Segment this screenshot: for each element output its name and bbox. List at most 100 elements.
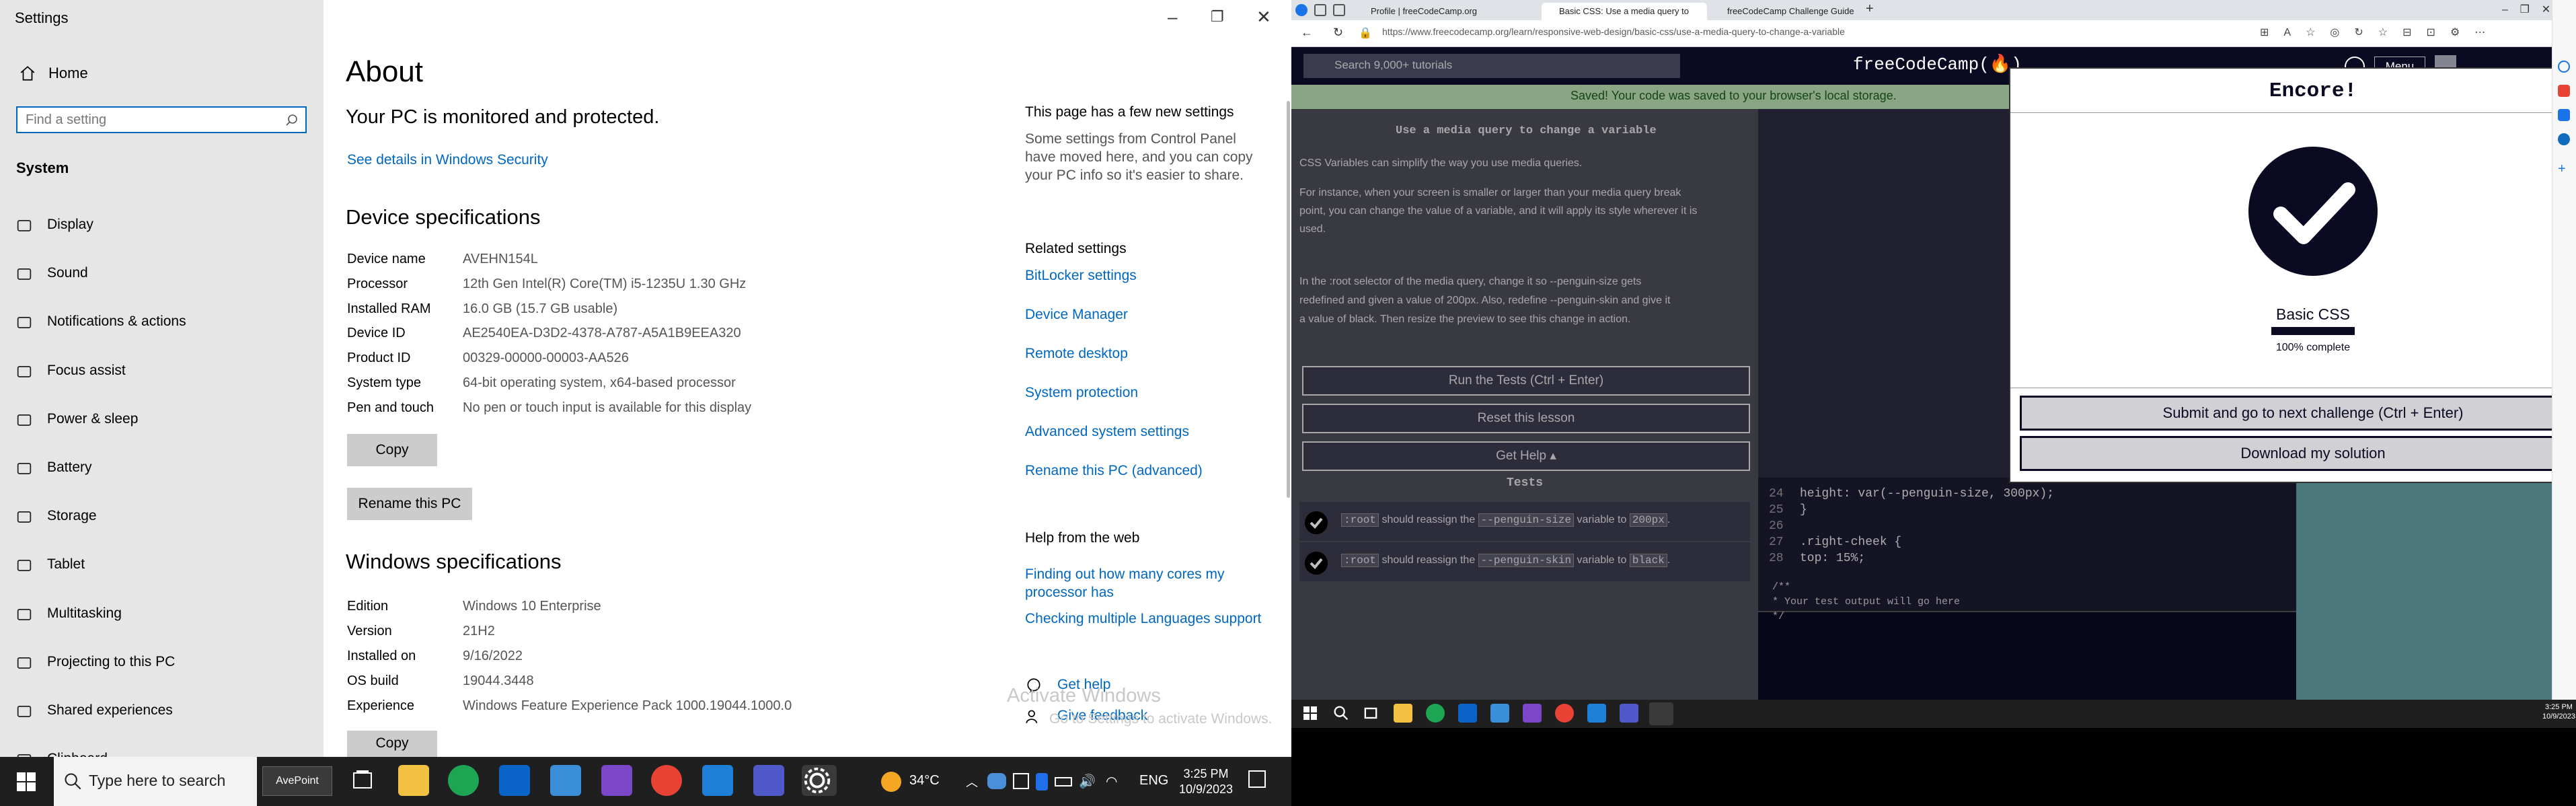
wifi-icon[interactable]: ◠ [1106,773,1117,790]
tray-chevron-icon[interactable]: ︿ [966,773,978,791]
clipboard-icon [15,751,34,757]
mail-icon[interactable] [499,765,530,796]
spec-key: Pen and touch [347,400,434,415]
onedrive-icon[interactable] [987,773,1006,789]
sidebar-item-label: Projecting to this PC [47,653,176,669]
sidebar-item-display[interactable]: Display [0,206,324,246]
tools-icon[interactable] [2558,109,2570,121]
fcc-logo[interactable]: freeCodeCamp(🔥) [1853,54,2022,75]
tab-basic-css[interactable]: Basic CSS: Use a media query to [1542,3,1707,20]
weather-temp[interactable]: 34°C [909,773,940,789]
task-view-icon[interactable] [1361,704,1380,723]
task-view-icon[interactable] [347,765,378,796]
mail-icon[interactable] [1458,704,1477,723]
chrome-icon[interactable] [1555,704,1574,723]
address-bar[interactable]: https://www.freecodecamp.org/learn/respo… [1382,26,1845,42]
tab-actions-icon[interactable] [1333,4,1345,16]
search-icon[interactable] [2558,61,2570,73]
rename-pc-button[interactable]: Rename this PC [347,488,472,520]
fcc-search-input[interactable]: Search 9,000+ tutorials [1303,54,1680,78]
progress-fill [2271,327,2355,335]
back-icon[interactable]: ← [1301,26,1313,40]
edge-icon[interactable] [1426,704,1445,723]
chrome-icon[interactable] [651,765,682,796]
storage-icon [15,508,34,527]
sidebar-item-power-sleep[interactable]: Power & sleep [0,400,324,441]
submit-next-button[interactable]: Submit and go to next challenge (Ctrl + … [2020,396,2576,431]
copy-button-2[interactable]: Copy [347,731,437,757]
settings-scrollbar[interactable] [1287,101,1290,498]
search-input[interactable]: Find a setting [16,106,307,133]
help-link-cores[interactable]: Finding out how many cores my processor … [1025,565,1267,601]
battery-icon[interactable] [1055,777,1072,786]
windows-icon[interactable] [1301,704,1320,723]
sidebar-item-focus-assist[interactable]: Focus assist [0,352,324,392]
tab-challenge-guide[interactable]: freeCodeCamp Challenge Guide [1710,3,1874,20]
sidebar-item-storage[interactable]: Storage [0,497,324,538]
search-app-icon[interactable] [550,765,581,796]
visual-studio-icon[interactable] [601,765,632,796]
visual-studio-icon[interactable] [1523,704,1542,723]
settings-sidebar: Settings Home Find a setting System Disp… [0,0,324,757]
browser-toolbar-icons[interactable]: ⊞A☆◎↻☆⊟⊡⚙⋯ [2260,26,2556,40]
teams-icon[interactable] [753,765,784,796]
download-solution-button[interactable]: Download my solution [2020,436,2576,471]
related-link[interactable]: System protection [1025,385,1138,401]
vscode-icon[interactable] [702,765,733,796]
tab-profile[interactable]: Profile | freeCodeCamp.org [1353,3,1512,20]
sidebar-item-battery[interactable]: Battery [0,449,324,489]
search-icon [65,773,81,790]
outlook-icon[interactable] [2558,133,2570,145]
sidebar-item-multitasking[interactable]: Multitasking [0,595,324,635]
related-link[interactable]: Rename this PC (advanced) [1025,463,1203,479]
settings-app-icon[interactable] [1649,702,1673,725]
maximize-icon[interactable]: ❐ [1211,8,1224,26]
profile-icon[interactable] [1295,4,1308,16]
sidebar-item-notifications-actions[interactable]: Notifications & actions [0,303,324,343]
workspaces-icon[interactable] [1314,4,1326,16]
related-link[interactable]: Remote desktop [1025,346,1128,362]
teams-icon[interactable] [1620,704,1638,723]
settings-app-icon[interactable] [802,765,837,796]
related-link[interactable]: BitLocker settings [1025,268,1137,284]
related-link[interactable]: Device Manager [1025,307,1128,323]
notifications-icon[interactable] [1248,770,1266,788]
close-icon[interactable]: ✕ [1256,7,1271,28]
new-tab-button[interactable]: + [1866,1,1874,17]
search-icon[interactable] [1332,704,1351,723]
sidebar-item-sound[interactable]: Sound [0,254,324,295]
sidebar-item-clipboard[interactable]: Clipboard [0,740,324,757]
vscode-icon[interactable] [1587,704,1606,723]
tray-app-icon[interactable] [1013,773,1029,789]
refresh-icon[interactable]: ↻ [1333,26,1343,40]
sidebar-item-tablet[interactable]: Tablet [0,546,324,586]
search-app-icon[interactable] [1490,704,1509,723]
sidebar-item-label: Notifications & actions [47,314,186,330]
page-title: About [346,55,423,88]
start-button[interactable] [16,772,36,792]
sidebar-item-label: Battery [47,460,92,475]
help-web-title: Help from the web [1025,530,1140,546]
file-explorer-icon[interactable] [1394,704,1412,723]
help-link-languages[interactable]: Checking multiple Languages support [1025,611,1261,627]
volume-icon[interactable]: 🔊 [1079,773,1096,790]
minimize-icon[interactable]: – [1168,7,1177,28]
edge-icon[interactable] [448,765,479,796]
shopping-icon[interactable] [2558,85,2570,97]
window-controls-browser[interactable]: – ❐ ✕ [2502,3,2550,16]
language-indicator[interactable]: ENG [1139,773,1168,789]
file-explorer-icon[interactable] [398,765,429,796]
related-link[interactable]: Advanced system settings [1025,424,1189,440]
avepoint-app[interactable]: AvePoint [262,766,332,796]
copy-button[interactable]: Copy [347,434,437,466]
taskbar-clock[interactable]: 3:25 PM 10/9/2023 [2542,702,2575,721]
taskbar-clock[interactable]: 3:25 PM 10/9/2023 [1176,766,1236,797]
bluetooth-icon[interactable] [1036,773,1048,791]
add-icon[interactable]: + [2558,161,2566,177]
sidebar-item-shared-experiences[interactable]: Shared experiences [0,692,324,732]
device-specs-title: Device specifications [346,205,541,229]
security-link[interactable]: See details in Windows Security [347,152,548,168]
taskbar-search-box[interactable]: Type here to search [54,757,257,806]
sidebar-item-home[interactable]: Home [15,61,311,86]
sidebar-item-projecting-to-this-pc[interactable]: Projecting to this PC [0,643,324,684]
